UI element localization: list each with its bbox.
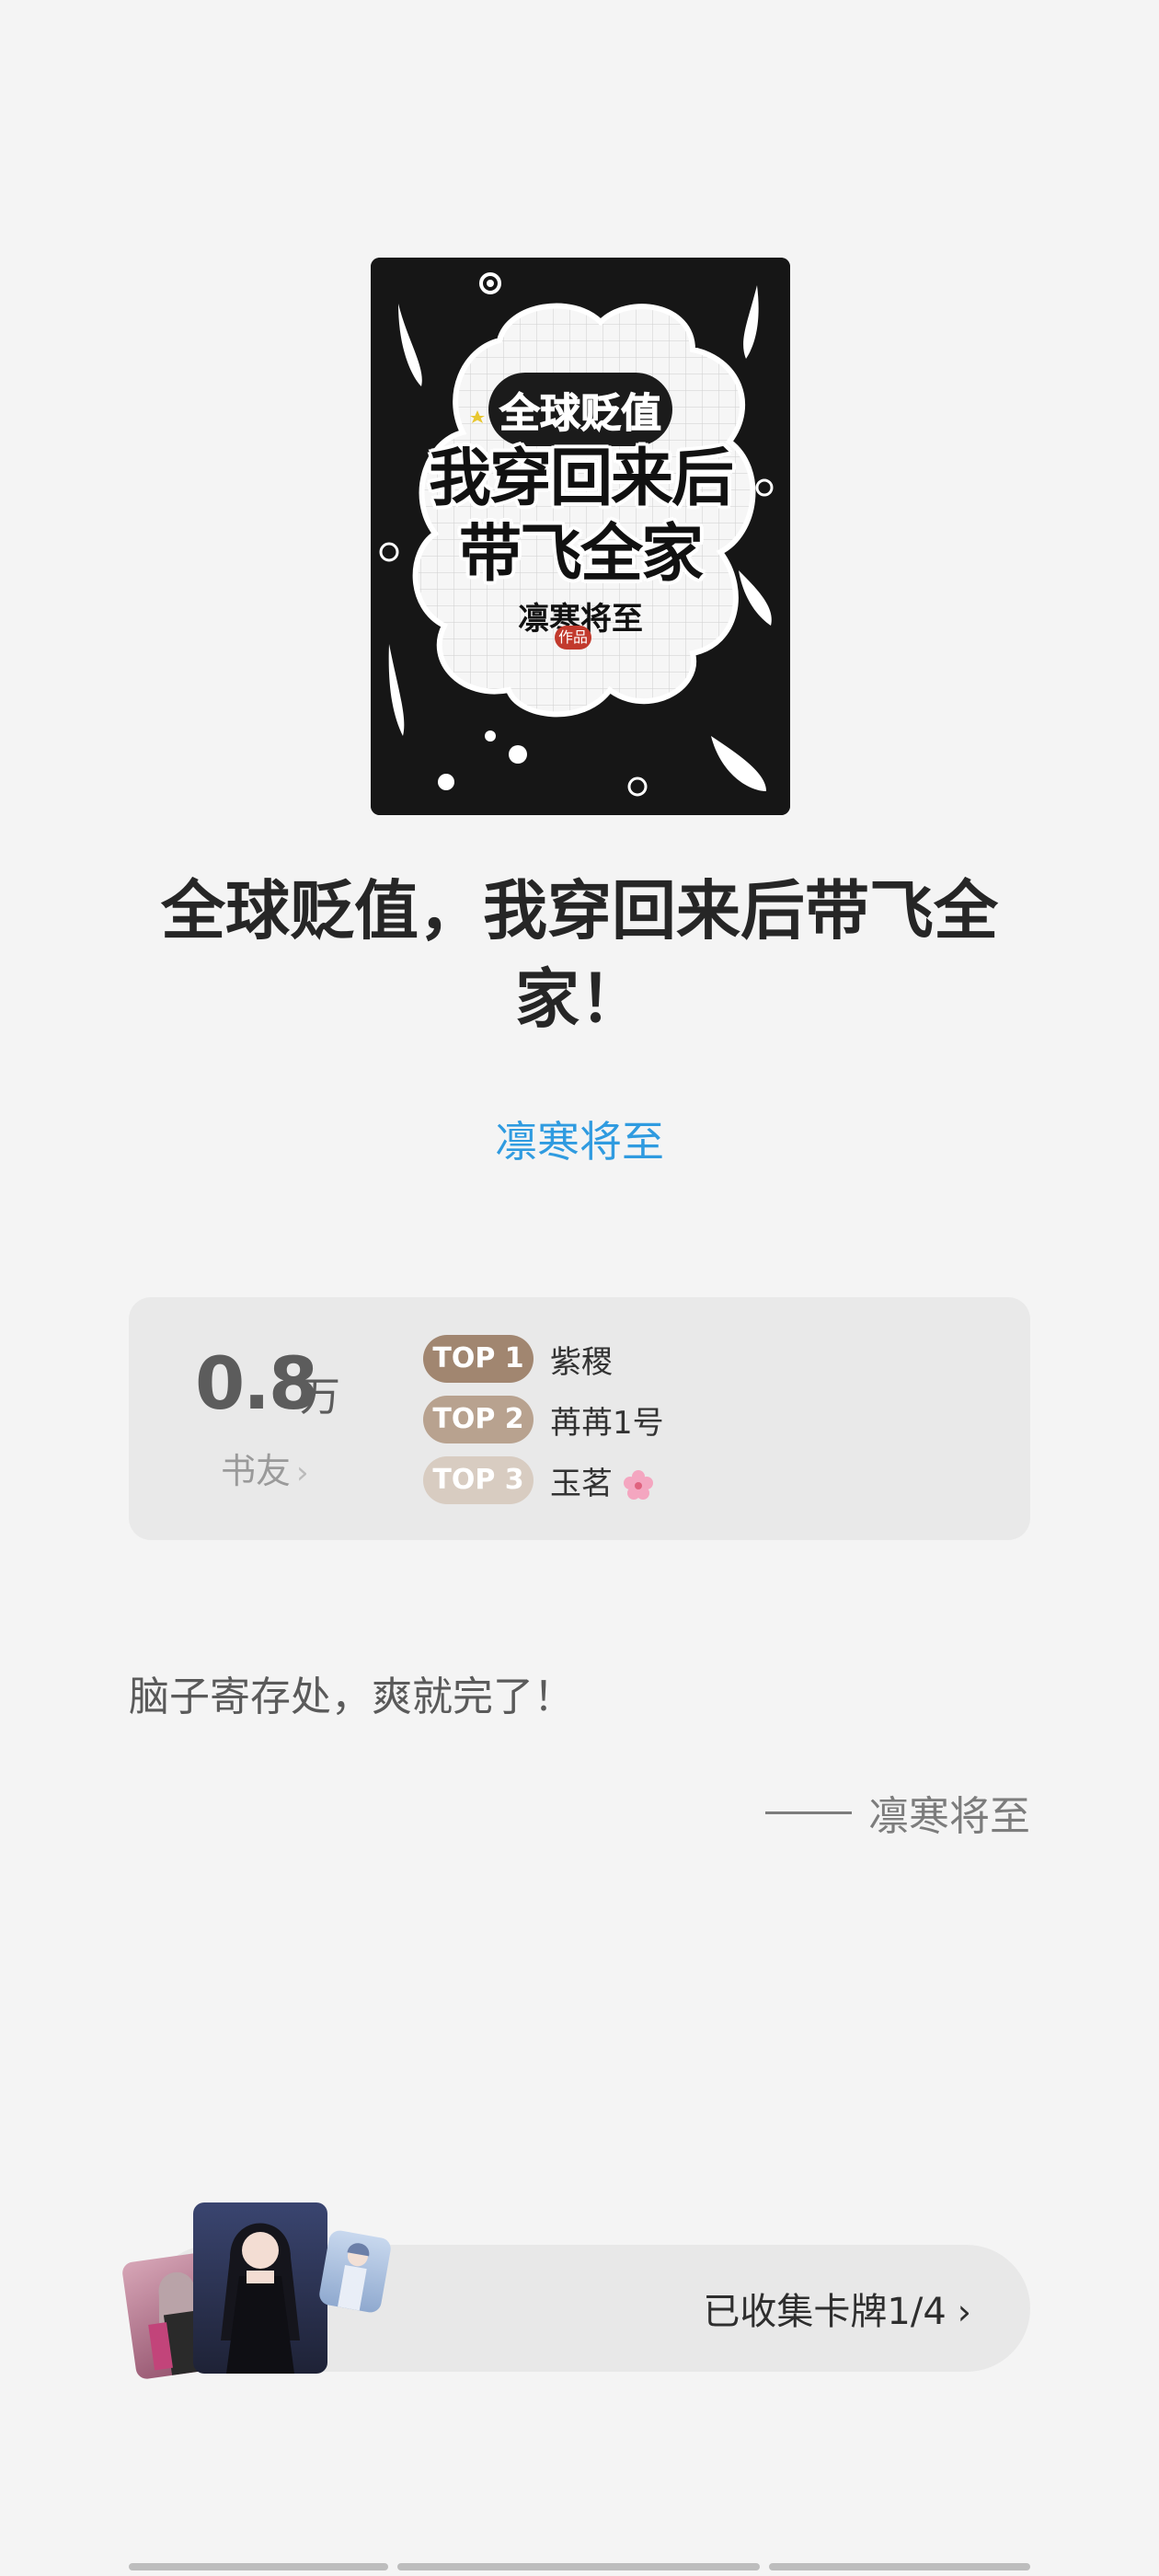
rank-badge: TOP 2 bbox=[423, 1396, 534, 1443]
rank-badge: TOP 1 bbox=[423, 1335, 534, 1383]
rank-name-text: 玉茗 bbox=[550, 1465, 613, 1502]
cover-title-line1: 我穿回来后 bbox=[428, 443, 734, 515]
rank-item-1[interactable]: TOP 1 紫稷 bbox=[423, 1334, 613, 1384]
rank-item-2[interactable]: TOP 2 苒苒1号 bbox=[423, 1395, 664, 1444]
book-cover[interactable]: 全球贬值 我穿回来后 带飞全家 凛寒将至 作品 bbox=[371, 258, 790, 815]
book-detail-page: 全球贬值 我穿回来后 带飞全家 凛寒将至 作品 全球贬值，我穿回来后带飞全家！ … bbox=[0, 0, 1159, 2576]
author-quote: 脑子寄存处，爽就完了！ bbox=[129, 1673, 574, 1720]
fans-card[interactable]: 0.8 万 书友 › TOP 1 紫稷 TOP 2 苒苒1号 TOP 3 玉茗 bbox=[129, 1297, 1030, 1540]
chevron-right-icon: › bbox=[296, 1455, 309, 1491]
cover-title-line2: 带飞全家 bbox=[458, 518, 704, 591]
fans-count: 0.8 bbox=[195, 1343, 318, 1426]
book-title: 全球贬值，我穿回来后带飞全家！ bbox=[161, 873, 998, 1037]
rank-badge: TOP 3 bbox=[423, 1456, 534, 1504]
chevron-right-icon: › bbox=[957, 2292, 971, 2332]
fans-label-text: 书友 bbox=[221, 1451, 292, 1491]
rank-name: 苒苒1号 bbox=[550, 1404, 664, 1442]
collection-text: 已收集卡牌1/4 bbox=[703, 2291, 947, 2333]
cover-stamp: 作品 bbox=[555, 626, 591, 650]
signature-dash bbox=[765, 1811, 852, 1814]
chapter-progress-segment bbox=[397, 2563, 760, 2570]
cherry-blossom-icon bbox=[623, 1470, 653, 1500]
rank-name: 紫稷 bbox=[550, 1343, 613, 1381]
collected-card-thumbnail bbox=[193, 2202, 327, 2374]
cover-title: 我穿回来后 带飞全家 bbox=[371, 442, 790, 592]
fans-label[interactable]: 书友 › bbox=[221, 1443, 309, 1493]
quote-signature: 凛寒将至 bbox=[765, 1783, 1030, 1842]
chapter-progress-segment bbox=[769, 2563, 1030, 2570]
collected-card-thumbnail bbox=[317, 2228, 393, 2315]
fans-unit: 万 bbox=[300, 1374, 340, 1420]
book-author-link[interactable]: 凛寒将至 bbox=[0, 1109, 1159, 1169]
rank-item-3[interactable]: TOP 3 玉茗 bbox=[423, 1455, 654, 1505]
signature-text: 凛寒将至 bbox=[868, 1793, 1030, 1840]
card-collection-label: 已收集卡牌1/4 › bbox=[703, 2282, 971, 2335]
cover-subtitle: 全球贬值 bbox=[488, 373, 672, 446]
chapter-progress-segment bbox=[129, 2563, 388, 2570]
rank-name: 玉茗 bbox=[550, 1458, 654, 1503]
